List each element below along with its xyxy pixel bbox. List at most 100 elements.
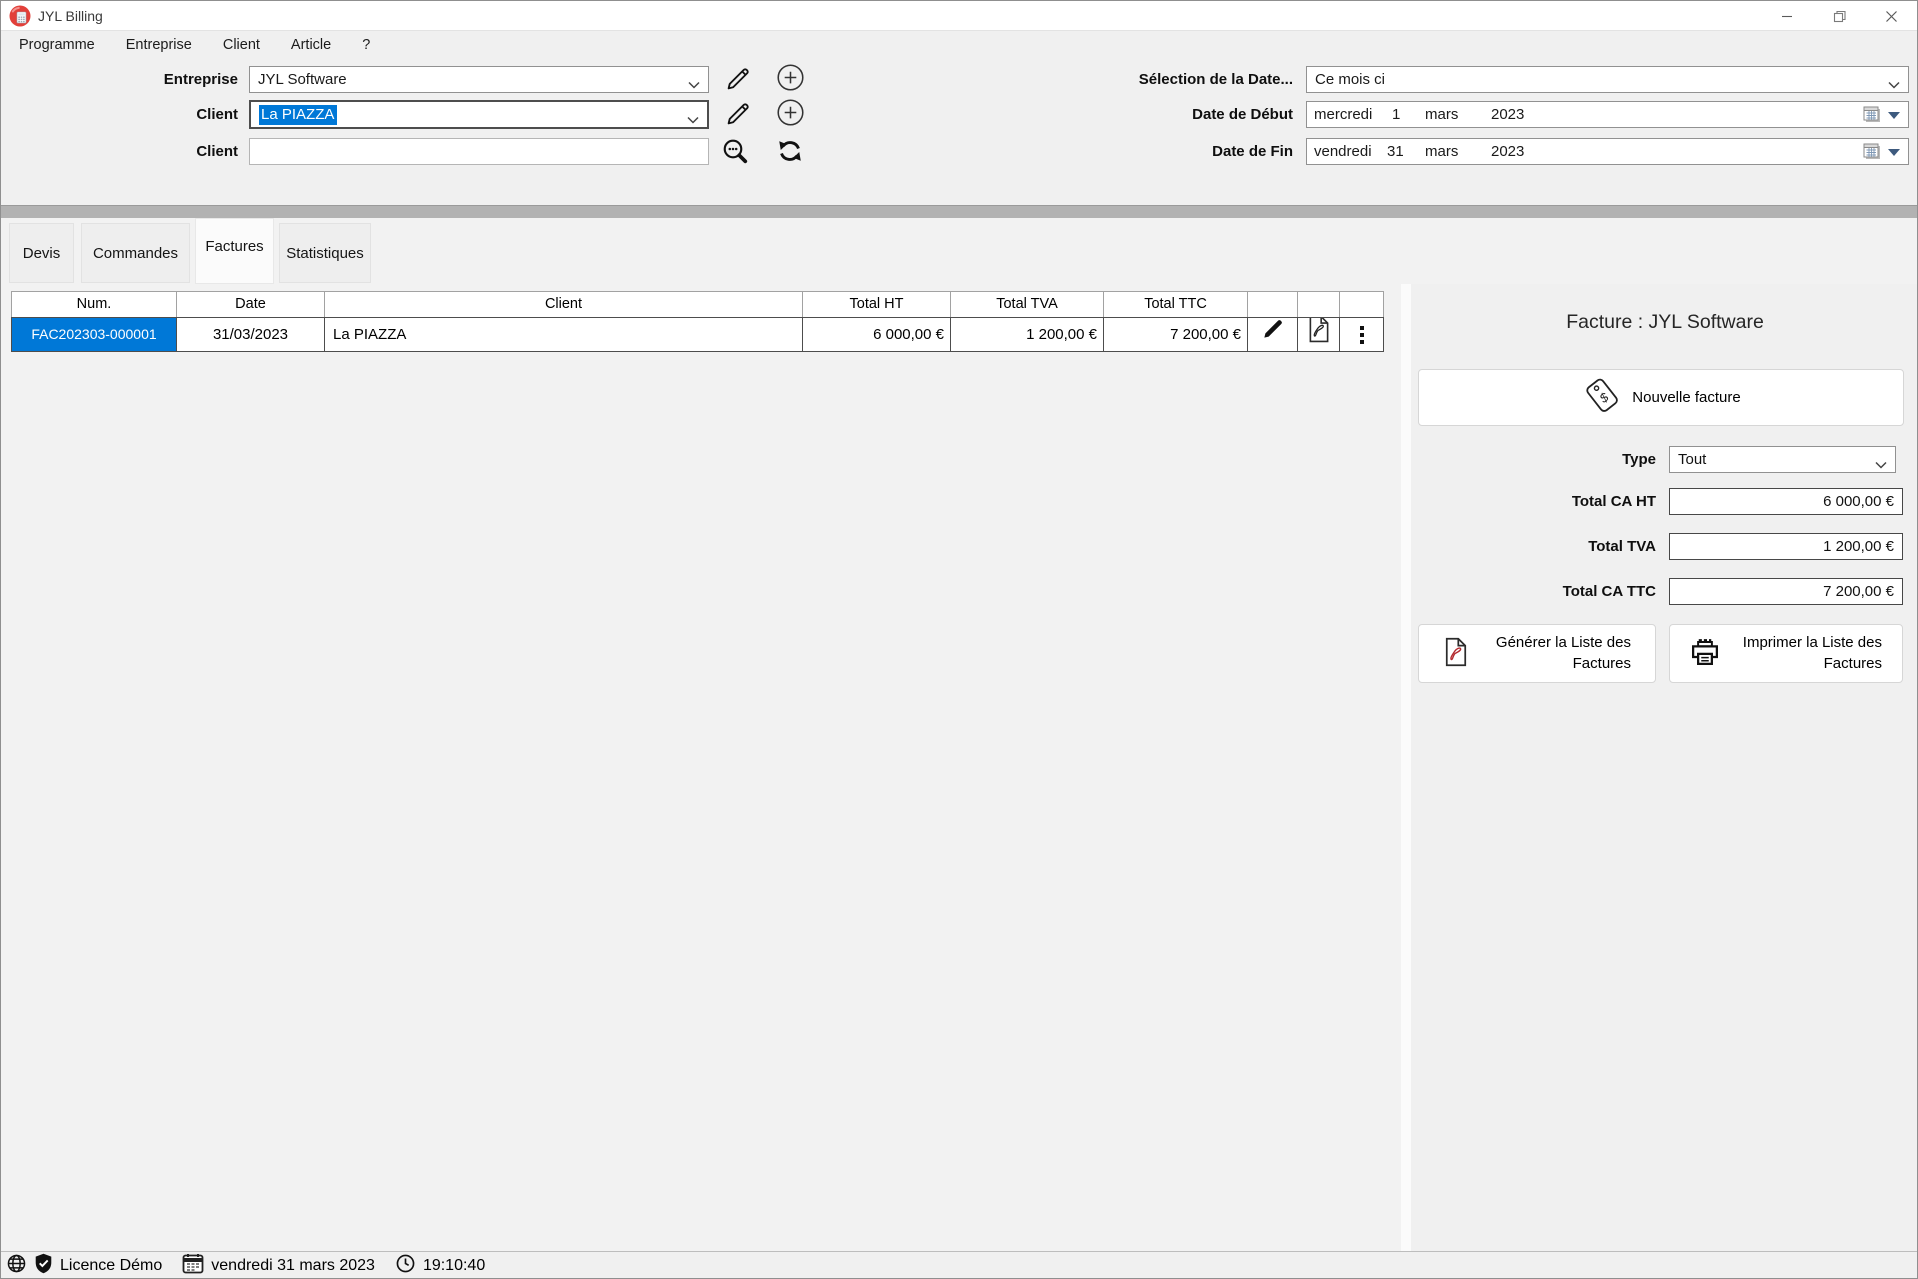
selected-text: La PIAZZA <box>259 105 337 125</box>
date-selection-combobox[interactable]: Ce mois ci <box>1306 66 1909 93</box>
calendar-icon <box>182 1253 204 1279</box>
menu-article[interactable]: Article <box>291 37 331 53</box>
pdf-icon <box>1443 637 1469 671</box>
invoice-total-ttc-cell[interactable]: 7 200,00 € <box>1104 318 1248 351</box>
globe-icon <box>6 1253 27 1279</box>
date-start-month[interactable]: mars <box>1425 102 1458 127</box>
edit-invoice-button[interactable] <box>1248 318 1298 351</box>
chevron-down-icon <box>688 76 700 93</box>
menu-client[interactable]: Client <box>223 37 260 53</box>
total-ca-ht-value: 6 000,00 € <box>1669 488 1903 515</box>
entreprise-combobox[interactable]: JYL Software <box>249 66 709 93</box>
date-start-weekday[interactable]: mercredi <box>1314 102 1372 127</box>
dropdown-arrow-icon[interactable] <box>1888 149 1900 156</box>
column-num[interactable]: Num. <box>12 292 177 317</box>
invoice-total-tva-cell[interactable]: 1 200,00 € <box>951 318 1104 351</box>
generate-invoice-list-button[interactable]: Générer la Liste des Factures <box>1418 624 1656 683</box>
clock-icon <box>395 1253 416 1279</box>
date-selection-label: Sélection de la Date... <box>1001 66 1293 93</box>
new-invoice-button[interactable]: $ Nouvelle facture <box>1418 369 1904 426</box>
menu-programme[interactable]: Programme <box>19 37 95 53</box>
date-start-year[interactable]: 2023 <box>1491 102 1524 127</box>
edit-entreprise-button[interactable] <box>721 62 755 96</box>
printer-icon <box>1690 638 1720 670</box>
generate-list-label: Générer la Liste des Factures <box>1479 633 1631 674</box>
tab-factures[interactable]: Factures <box>195 218 274 284</box>
invoice-panel: Facture : JYL Software $ Nouvelle factur… <box>1411 284 1918 1251</box>
date-end-month[interactable]: mars <box>1425 139 1458 164</box>
tab-devis[interactable]: Devis <box>9 223 74 283</box>
add-entreprise-button[interactable] <box>773 60 807 94</box>
tag-icon: $ <box>1581 377 1623 419</box>
column-total-ttc[interactable]: Total TTC <box>1104 292 1248 317</box>
print-invoice-list-button[interactable]: Imprimer la Liste des Factures <box>1669 624 1903 683</box>
maximize-icon[interactable] <box>1813 1 1865 31</box>
client-search-input[interactable] <box>249 138 709 165</box>
date-end-year[interactable]: 2023 <box>1491 139 1524 164</box>
menu-bar: Programme Entreprise Client Article ? <box>1 32 1917 57</box>
column-menu <box>1340 292 1383 317</box>
total-ca-ttc-value: 7 200,00 € <box>1669 578 1903 605</box>
status-bar: Licence Démo vendredi 31 mars 2023 19:10… <box>1 1251 1917 1279</box>
pencil-icon <box>1260 318 1286 351</box>
column-date[interactable]: Date <box>177 292 325 317</box>
total-ca-ht-label: Total CA HT <box>1411 488 1656 515</box>
type-select[interactable]: Tout <box>1669 446 1896 473</box>
type-label: Type <box>1411 446 1656 473</box>
kebab-menu-icon <box>1360 326 1364 344</box>
shield-icon <box>34 1253 53 1279</box>
invoice-number-cell[interactable]: FAC202303-000001 <box>12 318 177 351</box>
column-total-ht[interactable]: Total HT <box>803 292 951 317</box>
app-window: JYL Billing Programme Entreprise Client … <box>0 0 1918 1279</box>
close-icon[interactable] <box>1865 1 1917 31</box>
client-search-label: Client <box>38 138 238 165</box>
client-label: Client <box>38 101 238 128</box>
column-pdf <box>1298 292 1340 317</box>
invoice-pdf-button[interactable] <box>1298 318 1340 351</box>
datepicker-calendar-icon[interactable] <box>1863 106 1881 127</box>
date-end-label: Date de Fin <box>1001 138 1293 165</box>
menu-entreprise[interactable]: Entreprise <box>126 37 192 53</box>
column-total-tva[interactable]: Total TVA <box>951 292 1104 317</box>
window-controls <box>1761 1 1917 31</box>
date-end-weekday[interactable]: vendredi <box>1314 139 1372 164</box>
column-client[interactable]: Client <box>325 292 803 317</box>
panel-divider <box>1401 284 1411 1251</box>
date-end-picker[interactable]: vendredi 31 mars 2023 <box>1306 138 1909 165</box>
app-logo-icon <box>9 5 31 27</box>
column-actions <box>1248 292 1298 317</box>
minimize-icon[interactable] <box>1761 1 1813 31</box>
date-selection-value: Ce mois ci <box>1315 67 1385 92</box>
panel-title: Facture : JYL Software <box>1411 311 1918 334</box>
date-start-day[interactable]: 1 <box>1392 102 1400 127</box>
total-ca-ttc-label: Total CA TTC <box>1411 578 1656 605</box>
date-start-picker[interactable]: mercredi 1 mars 2023 <box>1306 101 1909 128</box>
date-start-label: Date de Début <box>1001 101 1293 128</box>
tab-statistiques[interactable]: Statistiques <box>279 223 371 283</box>
invoice-client-cell[interactable]: La PIAZZA <box>325 318 803 351</box>
print-list-label: Imprimer la Liste des Factures <box>1730 633 1882 674</box>
client-value: La PIAZZA <box>259 102 337 127</box>
new-invoice-label: Nouvelle facture <box>1632 389 1740 406</box>
table-row[interactable]: FAC202303-000001 31/03/2023 La PIAZZA 6 … <box>11 317 1384 352</box>
menu-help[interactable]: ? <box>362 37 370 53</box>
client-combobox[interactable]: La PIAZZA <box>249 100 709 129</box>
divider-band <box>1 205 1917 218</box>
chevron-down-icon <box>1875 456 1887 473</box>
invoice-total-ht-cell[interactable]: 6 000,00 € <box>803 318 951 351</box>
entreprise-value: JYL Software <box>258 67 347 92</box>
dropdown-arrow-icon[interactable] <box>1888 112 1900 119</box>
tab-commandes[interactable]: Commandes <box>81 223 190 283</box>
status-date: vendredi 31 mars 2023 <box>211 1257 375 1275</box>
search-icon[interactable] <box>718 134 752 168</box>
invoices-table: Num. Date Client Total HT Total TVA Tota… <box>11 291 1384 352</box>
edit-client-button[interactable] <box>721 97 755 131</box>
row-menu-button[interactable] <box>1340 318 1383 351</box>
licence-text: Licence Démo <box>60 1257 162 1275</box>
add-client-button[interactable] <box>773 95 807 129</box>
total-tva-label: Total TVA <box>1411 533 1656 560</box>
date-end-day[interactable]: 31 <box>1387 139 1404 164</box>
invoice-date-cell[interactable]: 31/03/2023 <box>177 318 325 351</box>
refresh-icon[interactable] <box>773 134 807 168</box>
datepicker-calendar-icon[interactable] <box>1863 143 1881 164</box>
